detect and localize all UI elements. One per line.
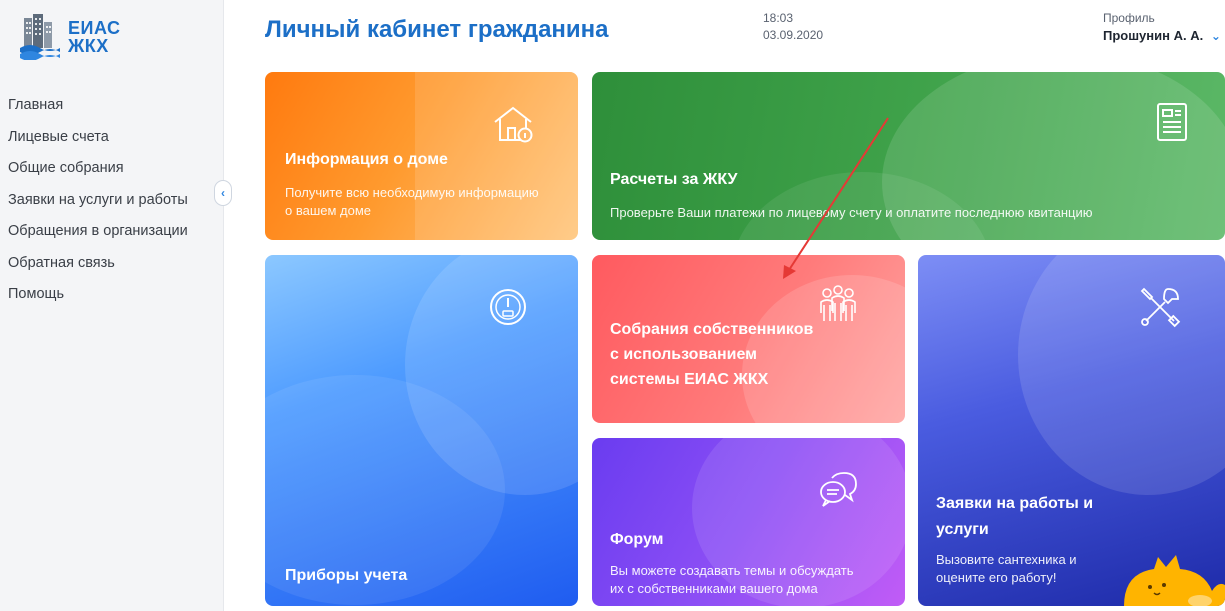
profile-caption: Профиль [1103,11,1155,25]
logo-line1: ЕИАС [68,18,121,38]
sidebar-item-feedback[interactable]: Обратная связь [8,252,188,284]
people-group-icon [820,285,856,321]
clock-date: 03.09.2020 [763,28,824,42]
cat-illustration-icon [1124,555,1225,606]
card-forum[interactable]: Форум Вы можете создавать темы и обсужда… [592,438,905,606]
card-desc-line2: их с собственниками вашего дома [610,581,818,596]
card-title: Расчеты за ЖКУ [610,171,738,188]
chat-bubbles-icon [820,472,857,507]
card-title: Форум [610,531,664,548]
card-title-line2: услуги [936,521,989,538]
tools-icon [1140,287,1181,328]
card-desc-line2: о вашем доме [285,203,372,218]
logo-line2: ЖКХ [68,36,109,56]
collapse-sidebar-button[interactable]: ‹ [214,180,232,206]
sidebar-item-home[interactable]: Главная [8,94,188,126]
sidebar-item-service-requests[interactable]: Заявки на услуги и работы [8,189,188,221]
card-desc-line1: Получите всю необходимую информацию [285,185,539,200]
card-title-line3: системы ЕИАС ЖКХ [610,371,769,388]
card-house-info[interactable]: Информация о доме Получите всю необходим… [265,72,578,240]
logo[interactable]: ЕИАС ЖКХ [18,14,121,60]
document-icon [1157,103,1187,141]
card-meters[interactable]: Приборы учета [265,255,578,606]
sidebar-item-help[interactable]: Помощь [8,283,188,315]
sidebar-item-appeals[interactable]: Обращения в организации [8,220,188,252]
card-desc-line2: оцените его работу! [936,570,1057,585]
sidebar-item-accounts[interactable]: Лицевые счета [8,126,188,158]
card-title-line1: Собрания собственников [610,321,814,338]
page-title: Личный кабинет гражданина [265,16,609,43]
card-title: Приборы учета [285,567,408,584]
card-service-requests[interactable]: Заявки на работы и услуги Вызовите санте… [918,255,1225,606]
sidebar: ЕИАС ЖКХ Главная Лицевые счета Общие соб… [0,0,224,611]
card-desc-line1: Вызовите сантехника и [936,552,1077,567]
chevron-down-icon[interactable]: ⌄ [1211,26,1221,46]
card-title: Информация о доме [285,151,448,168]
card-title-line2: с использованием [610,346,757,363]
gauge-icon [490,289,526,325]
card-desc: Проверьте Ваши платежи по лицевому счету… [610,205,1093,220]
card-title-line1: Заявки на работы и [936,495,1094,512]
chevron-left-icon: ‹ [221,186,225,200]
house-info-icon [494,106,533,143]
profile-name: Прошунин А. А. [1103,28,1204,43]
page: ЕИАС ЖКХ Главная Лицевые счета Общие соб… [0,0,1225,611]
building-logo-icon [20,14,60,60]
card-bills[interactable]: Расчеты за ЖКУ Проверьте Ваши платежи по… [592,72,1225,240]
sidebar-item-meetings[interactable]: Общие собрания [8,157,188,189]
decoration [1018,255,1225,495]
profile-menu[interactable]: Профиль Прошунин А. А. ⌄ [1103,10,1225,46]
card-owners-meeting[interactable]: Собрания собственников с использованием … [592,255,905,423]
sidebar-nav: Главная Лицевые счета Общие собрания Зая… [8,94,188,315]
card-desc-line1: Вы можете создавать темы и обсуждать [610,563,854,578]
clock: 18:03 03.09.2020 [763,10,823,44]
clock-time: 18:03 [763,11,794,25]
